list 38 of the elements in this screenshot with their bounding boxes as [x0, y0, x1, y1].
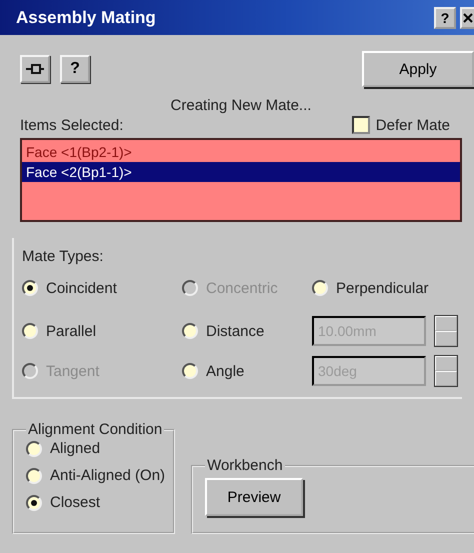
help-button[interactable]: ?	[434, 6, 456, 28]
radio-button[interactable]	[22, 280, 38, 296]
radio-label: Closest	[50, 494, 100, 511]
list-item[interactable]: Face <2(Bp1-1)>	[22, 162, 460, 182]
radio-label: Angle	[206, 362, 244, 380]
items-selected-label: Items Selected:	[20, 116, 124, 134]
preview-button[interactable]: Preview	[205, 478, 304, 516]
list-item[interactable]: Face <1(Bp2-1)>	[22, 142, 460, 162]
group-title: Alignment Condition	[27, 421, 164, 438]
radio-button[interactable]	[26, 494, 42, 510]
radio-button[interactable]	[26, 468, 42, 484]
radio-button[interactable]	[26, 440, 42, 456]
close-button[interactable]	[460, 6, 474, 28]
radio-button[interactable]	[312, 280, 328, 296]
close-icon	[463, 12, 473, 22]
radio-label: Distance	[206, 322, 264, 340]
spin-button[interactable]	[434, 315, 458, 347]
status-text: Creating New Mate...	[170, 97, 312, 114]
radio-label: Parallel	[46, 322, 96, 340]
defer-mate-label: Defer Mate	[376, 116, 450, 134]
radio-label: Anti-Aligned (On)	[50, 467, 166, 484]
radio-button[interactable]	[22, 323, 38, 339]
radio-button[interactable]	[182, 323, 198, 339]
mate-types-label: Mate Types:	[22, 248, 104, 265]
spin-button[interactable]	[434, 355, 458, 387]
radio-label: Concentric	[206, 280, 278, 296]
group-title: Workbench	[206, 457, 284, 474]
window-title: Assembly Mating	[16, 8, 157, 28]
apply-button[interactable]: Apply	[362, 51, 474, 87]
radio-button[interactable]	[182, 363, 198, 379]
pin-button[interactable]	[20, 55, 50, 83]
radio-label: Coincident	[46, 280, 117, 296]
radio-label: Tangent	[46, 362, 100, 380]
radio-label: Aligned	[50, 440, 100, 457]
help-button[interactable]: ?	[60, 55, 90, 83]
radio-label: Perpendicular	[336, 280, 429, 296]
pin-icon	[25, 62, 45, 76]
defer-mate-checkbox[interactable]	[352, 116, 370, 134]
